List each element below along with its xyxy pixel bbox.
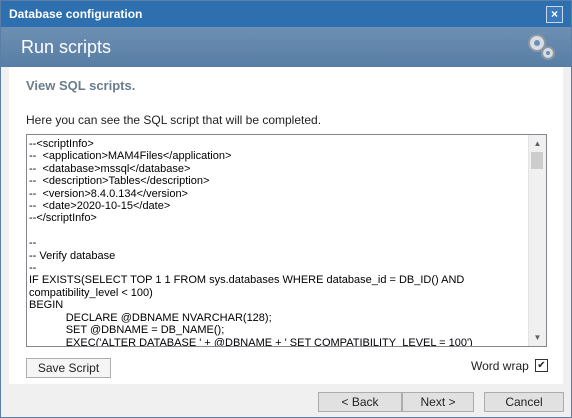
section-subtitle: View SQL scripts.	[26, 78, 136, 93]
dialog-window: Database configuration × Run scripts Vie…	[0, 0, 572, 418]
description-text: Here you can see the SQL script that wil…	[26, 113, 322, 127]
word-wrap-checkbox[interactable]: ✔	[535, 359, 548, 372]
close-icon: ×	[550, 7, 558, 21]
scroll-thumb[interactable]	[531, 152, 543, 169]
back-button[interactable]: < Back	[318, 392, 402, 412]
cancel-button[interactable]: Cancel	[484, 392, 564, 412]
next-button[interactable]: Next >	[402, 392, 474, 412]
vertical-scrollbar[interactable]: ▲ ▼	[528, 135, 546, 346]
window-title: Database configuration	[9, 7, 143, 21]
close-button[interactable]: ×	[546, 6, 563, 23]
wizard-banner: Run scripts	[1, 27, 571, 67]
scroll-down-icon[interactable]: ▼	[529, 329, 546, 346]
scroll-up-icon[interactable]: ▲	[529, 135, 546, 152]
page-title: Run scripts	[21, 37, 112, 57]
word-wrap-label: Word wrap	[471, 359, 529, 373]
title-bar: Database configuration ×	[1, 1, 571, 27]
sql-script-textarea[interactable]: --<scriptInfo> -- <application>MAM4Files…	[26, 134, 547, 347]
sql-script-text: --<scriptInfo> -- <application>MAM4Files…	[29, 138, 473, 347]
save-script-button[interactable]: Save Script	[26, 358, 111, 378]
gear-icon	[528, 34, 555, 60]
content-panel: View SQL scripts. Here you can see the S…	[9, 67, 563, 384]
